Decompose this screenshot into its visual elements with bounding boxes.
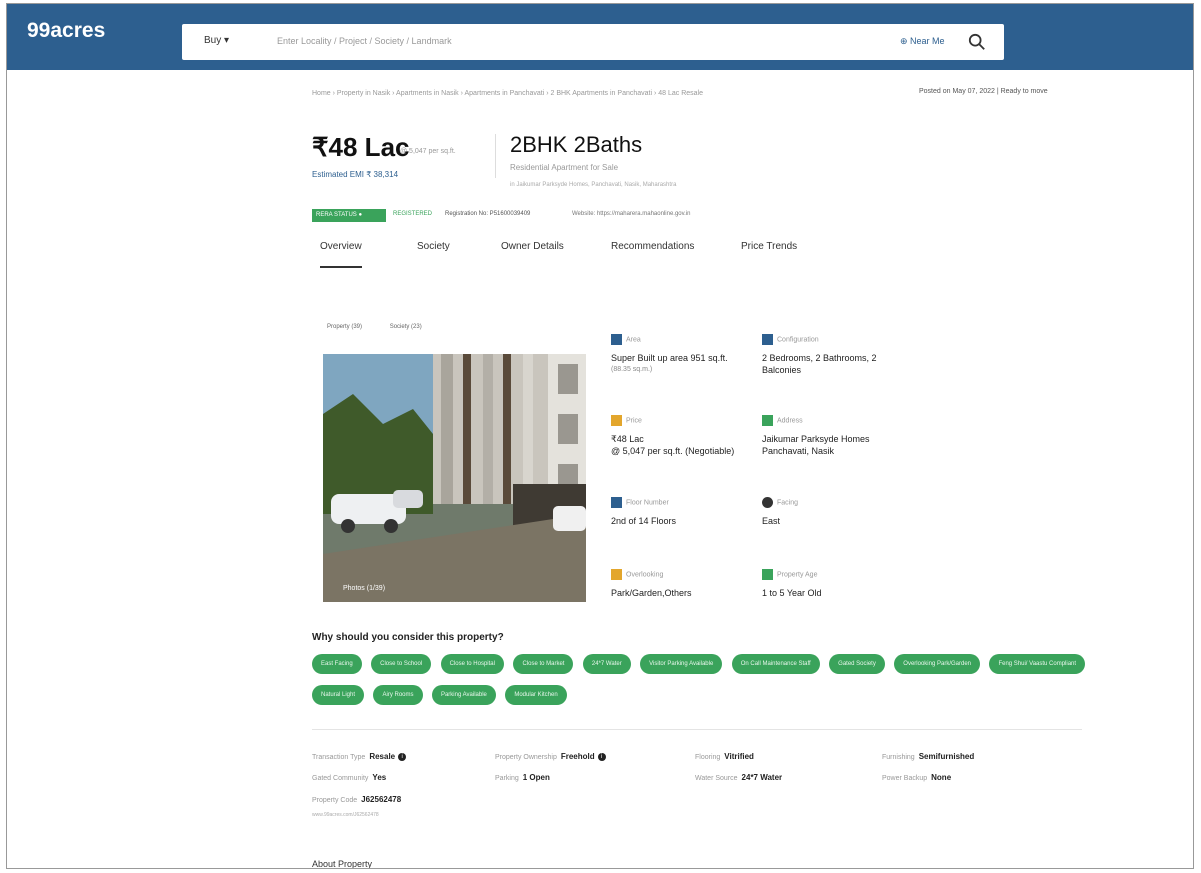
detail-power-backup: Power Backup None — [882, 773, 952, 782]
search-bar[interactable]: Buy ▾ Enter Locality / Project / Society… — [182, 24, 1004, 60]
info-icon[interactable]: i — [398, 752, 407, 761]
fact-facing: Facing East — [762, 494, 912, 527]
rera-registered-label: REGISTERED — [393, 211, 433, 217]
facing-value: East — [762, 516, 781, 526]
detail-parking: Parking 1 Open — [495, 773, 550, 782]
detail-gated-community: Gated Community Yes — [312, 773, 387, 782]
tab-society[interactable]: Society — [417, 241, 450, 252]
highlight-chip[interactable]: Close to Hospital — [440, 654, 504, 674]
highlight-chip[interactable]: Close to School — [371, 654, 432, 674]
configuration-icon — [762, 334, 773, 346]
section-divider — [312, 729, 1082, 730]
area-icon — [611, 334, 622, 346]
floor-value: 2nd of 14 Floors — [611, 516, 677, 526]
address-value: Jaikumar Parksyde Homes Panchavati, Nasi… — [762, 434, 870, 456]
info-icon[interactable]: i — [597, 752, 606, 761]
property-photo[interactable]: Photos (1/39) — [323, 354, 586, 602]
near-me-button[interactable]: ⊕ Near Me — [900, 36, 945, 47]
fact-overlooking: Overlooking Park/Garden,Others — [611, 566, 761, 599]
listing-address: in Jaikumar Parksyde Homes, Panchavati, … — [510, 182, 677, 188]
browser-page: 99acres Buy ▾ Enter Locality / Project /… — [6, 3, 1194, 869]
listing-price: ₹48 Lac — [312, 132, 410, 162]
estimated-emi-link[interactable]: Estimated EMI ₹ 38,314 — [312, 170, 398, 179]
detail-property-ownership: Property Ownership Freehold i — [495, 752, 606, 761]
buy-dropdown[interactable]: Buy ▾ — [204, 35, 229, 46]
photo-category-tabs: Property (39) Society (23) — [327, 324, 448, 330]
divider — [495, 134, 496, 178]
highlight-chip[interactable]: Gated Society — [829, 654, 885, 674]
highlights-list: East Facing Close to School Close to Hos… — [312, 652, 1092, 714]
location-icon — [762, 415, 773, 427]
photo-tab-society[interactable]: Society (23) — [390, 324, 422, 330]
highlight-chip[interactable]: Airy Rooms — [373, 685, 423, 705]
highlights-title: Why should you consider this property? — [312, 632, 504, 643]
fact-configuration: Configuration 2 Bedrooms, 2 Bathrooms, 2… — [762, 331, 912, 376]
price-per-sqft: @ 5,047 per sq.ft. — [400, 148, 456, 155]
calendar-icon — [762, 569, 773, 581]
fact-property-age: Property Age 1 to 5 Year Old — [762, 566, 912, 599]
fact-floor: Floor Number 2nd of 14 Floors — [611, 494, 761, 527]
property-url[interactable]: www.99acres.com/J62562478 — [312, 812, 379, 818]
building-photo-image — [323, 354, 586, 602]
highlight-chip[interactable]: Modular Kitchen — [505, 685, 567, 705]
property-age-value: 1 to 5 Year Old — [762, 588, 822, 598]
listing-subtype: Residential Apartment for Sale — [510, 163, 619, 172]
overlooking-icon — [611, 569, 622, 581]
rera-status-badge[interactable]: RERA STATUS ● — [312, 209, 386, 222]
photo-tab-property[interactable]: Property (39) — [327, 324, 362, 330]
highlight-chip[interactable]: 24*7 Water — [582, 654, 631, 674]
area-sqm: (88.35 sq.m.) — [611, 366, 653, 373]
price-per-sqft-negotiable: @ 5,047 per sq.ft. (Negotiable) — [611, 446, 735, 456]
highlight-chip[interactable]: Close to Market — [513, 654, 574, 674]
fact-area: Area Super Built up area 951 sq.ft. (88.… — [611, 331, 761, 373]
tab-overview[interactable]: Overview — [320, 241, 362, 268]
breadcrumb[interactable]: Home › Property in Nasik › Apartments in… — [312, 90, 703, 97]
listing-title: 2BHK 2Baths — [510, 132, 643, 157]
area-value: Super Built up area 951 sq.ft. — [611, 353, 728, 363]
site-logo[interactable]: 99acres — [27, 19, 105, 43]
detail-flooring: Flooring Vitrified — [695, 752, 754, 761]
search-input[interactable]: Enter Locality / Project / Society / Lan… — [277, 36, 452, 46]
price-tag-icon — [611, 415, 622, 427]
tab-recommendations[interactable]: Recommendations — [611, 241, 694, 252]
highlight-chip[interactable]: Parking Available — [431, 685, 496, 705]
highlight-chip[interactable]: Natural Light — [312, 685, 365, 705]
top-navigation-bar: 99acres Buy ▾ Enter Locality / Project /… — [7, 4, 1193, 70]
highlight-chip[interactable]: East Facing — [312, 654, 362, 674]
posted-date: Posted on May 07, 2022 | Ready to move — [919, 88, 1048, 95]
photo-count-label[interactable]: Photos (1/39) — [343, 585, 385, 592]
rera-registration-number: Registration No: P51600039409 — [445, 211, 531, 217]
price-value: ₹48 Lac — [611, 434, 644, 444]
rera-website[interactable]: Website: https://maharera.mahaonline.gov… — [572, 211, 691, 217]
floor-icon — [611, 497, 622, 509]
highlight-chip[interactable]: Visitor Parking Available — [640, 654, 723, 674]
highlight-chip[interactable]: On Call Maintenance Staff — [731, 654, 820, 674]
configuration-value: 2 Bedrooms, 2 Bathrooms, 2 Balconies — [762, 353, 877, 375]
tab-price-trends[interactable]: Price Trends — [741, 241, 797, 252]
compass-icon — [762, 497, 773, 509]
tab-owner-details[interactable]: Owner Details — [501, 241, 564, 252]
highlight-chip[interactable]: Feng Shui/ Vaastu Compliant — [989, 654, 1086, 674]
overlooking-value: Park/Garden,Others — [611, 588, 692, 598]
search-icon[interactable] — [968, 33, 986, 51]
detail-transaction-type: Transaction Type Resale i — [312, 752, 407, 761]
detail-property-code: Property Code J62562478 — [312, 795, 402, 804]
detail-furnishing: Furnishing Semifurnished — [882, 752, 975, 761]
fact-address: Address Jaikumar Parksyde Homes Panchava… — [762, 412, 912, 457]
detail-water-source: Water Source 24*7 Water — [695, 773, 783, 782]
fact-price: Price ₹48 Lac @ 5,047 per sq.ft. (Negoti… — [611, 412, 761, 457]
highlight-chip[interactable]: Overlooking Park/Garden — [894, 654, 980, 674]
about-property-heading: About Property — [312, 859, 373, 869]
